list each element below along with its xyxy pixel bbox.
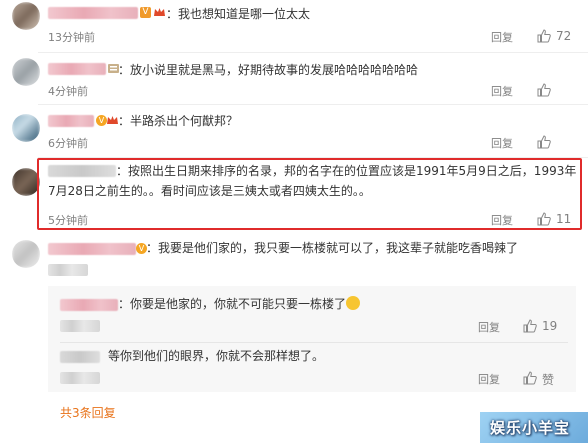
divider xyxy=(60,342,568,343)
comment-text: ：我要是他们家的，我只要一栋楼就可以了，我这辈子就能吃香喝辣了 xyxy=(146,241,519,255)
avatar[interactable] xyxy=(12,114,40,142)
laughing-emoji-icon xyxy=(346,296,361,310)
reply-button[interactable]: 回复 xyxy=(478,371,500,387)
vip-badge-icon: V xyxy=(140,7,151,18)
avatar[interactable] xyxy=(12,240,40,268)
sub-reply-item: ：你要是他家的，你就不可能只要一栋楼了 回复 19 xyxy=(0,292,588,340)
avatar[interactable] xyxy=(12,168,40,196)
comment-item: V ：半路杀出个何猷邦？ 6分钟前 回复 xyxy=(0,108,588,156)
reply-button[interactable]: 回复 xyxy=(491,83,513,99)
comment-text: ：放小说里就是黑马，好期待故事的发展哈哈哈哈哈哈哈 xyxy=(118,63,419,77)
timestamp: 6分钟前 xyxy=(48,137,88,150)
comment-item: V ：我也想知道是哪一位太太 13分钟前 回复 72 xyxy=(0,0,588,48)
username[interactable] xyxy=(60,351,100,363)
like-button[interactable]: 赞 xyxy=(522,370,562,387)
timestamp-redacted xyxy=(48,264,88,276)
thumbs-up-icon xyxy=(537,135,551,149)
thumbs-up-icon xyxy=(537,29,551,43)
like-count: 19 xyxy=(542,319,558,333)
highlight-box xyxy=(37,158,582,230)
avatar[interactable] xyxy=(12,2,40,30)
divider xyxy=(38,52,588,53)
username[interactable] xyxy=(48,243,136,255)
crown-icon xyxy=(154,8,165,16)
like-button[interactable]: 19 xyxy=(522,318,562,334)
thumbs-up-icon xyxy=(523,371,537,385)
thumbs-up-icon xyxy=(523,319,537,333)
reply-button[interactable]: 回复 xyxy=(491,135,513,151)
avatar[interactable] xyxy=(12,58,40,86)
like-count: 72 xyxy=(556,29,572,43)
like-button[interactable] xyxy=(536,82,566,98)
divider xyxy=(38,104,588,105)
timestamp-redacted xyxy=(60,320,100,332)
like-button[interactable]: 72 xyxy=(536,28,584,44)
timestamp: 4分钟前 xyxy=(48,85,88,98)
thumbs-up-icon xyxy=(537,83,551,97)
like-button[interactable] xyxy=(536,134,566,150)
reply-text: ：你要是他家的，你就不可能只要一栋楼了 xyxy=(118,295,361,313)
watermark: 娱乐小羊宝 xyxy=(490,419,571,437)
comment-item: ：放小说里就是黑马，好期待故事的发展哈哈哈哈哈哈哈 4分钟前 回复 xyxy=(0,56,588,104)
timestamp: 13分钟前 xyxy=(48,31,95,44)
username[interactable] xyxy=(48,63,106,75)
like-label: 赞 xyxy=(542,373,555,387)
timestamp-redacted xyxy=(60,372,100,384)
username[interactable] xyxy=(48,7,138,19)
reply-button[interactable]: 回复 xyxy=(478,319,500,335)
reply-button[interactable]: 回复 xyxy=(491,29,513,45)
sub-reply-item: 等你到他们的眼界，你就不会那样想了。 回复 赞 xyxy=(0,344,588,390)
comment-text: ：半路杀出个何猷邦？ xyxy=(118,114,239,128)
view-all-replies-link[interactable]: 共3条回复 xyxy=(60,404,116,421)
username[interactable] xyxy=(48,115,94,127)
reply-text: 等你到他们的眼界，你就不会那样想了。 xyxy=(108,349,325,363)
comment-item: V ：我要是他们家的，我只要一栋楼就可以了，我这辈子就能吃香喝辣了 xyxy=(0,236,588,286)
reply-text-content: ：你要是他家的，你就不可能只要一栋楼了 xyxy=(118,297,347,311)
username[interactable] xyxy=(60,299,118,311)
comment-text: ：我也想知道是哪一位太太 xyxy=(166,7,311,21)
